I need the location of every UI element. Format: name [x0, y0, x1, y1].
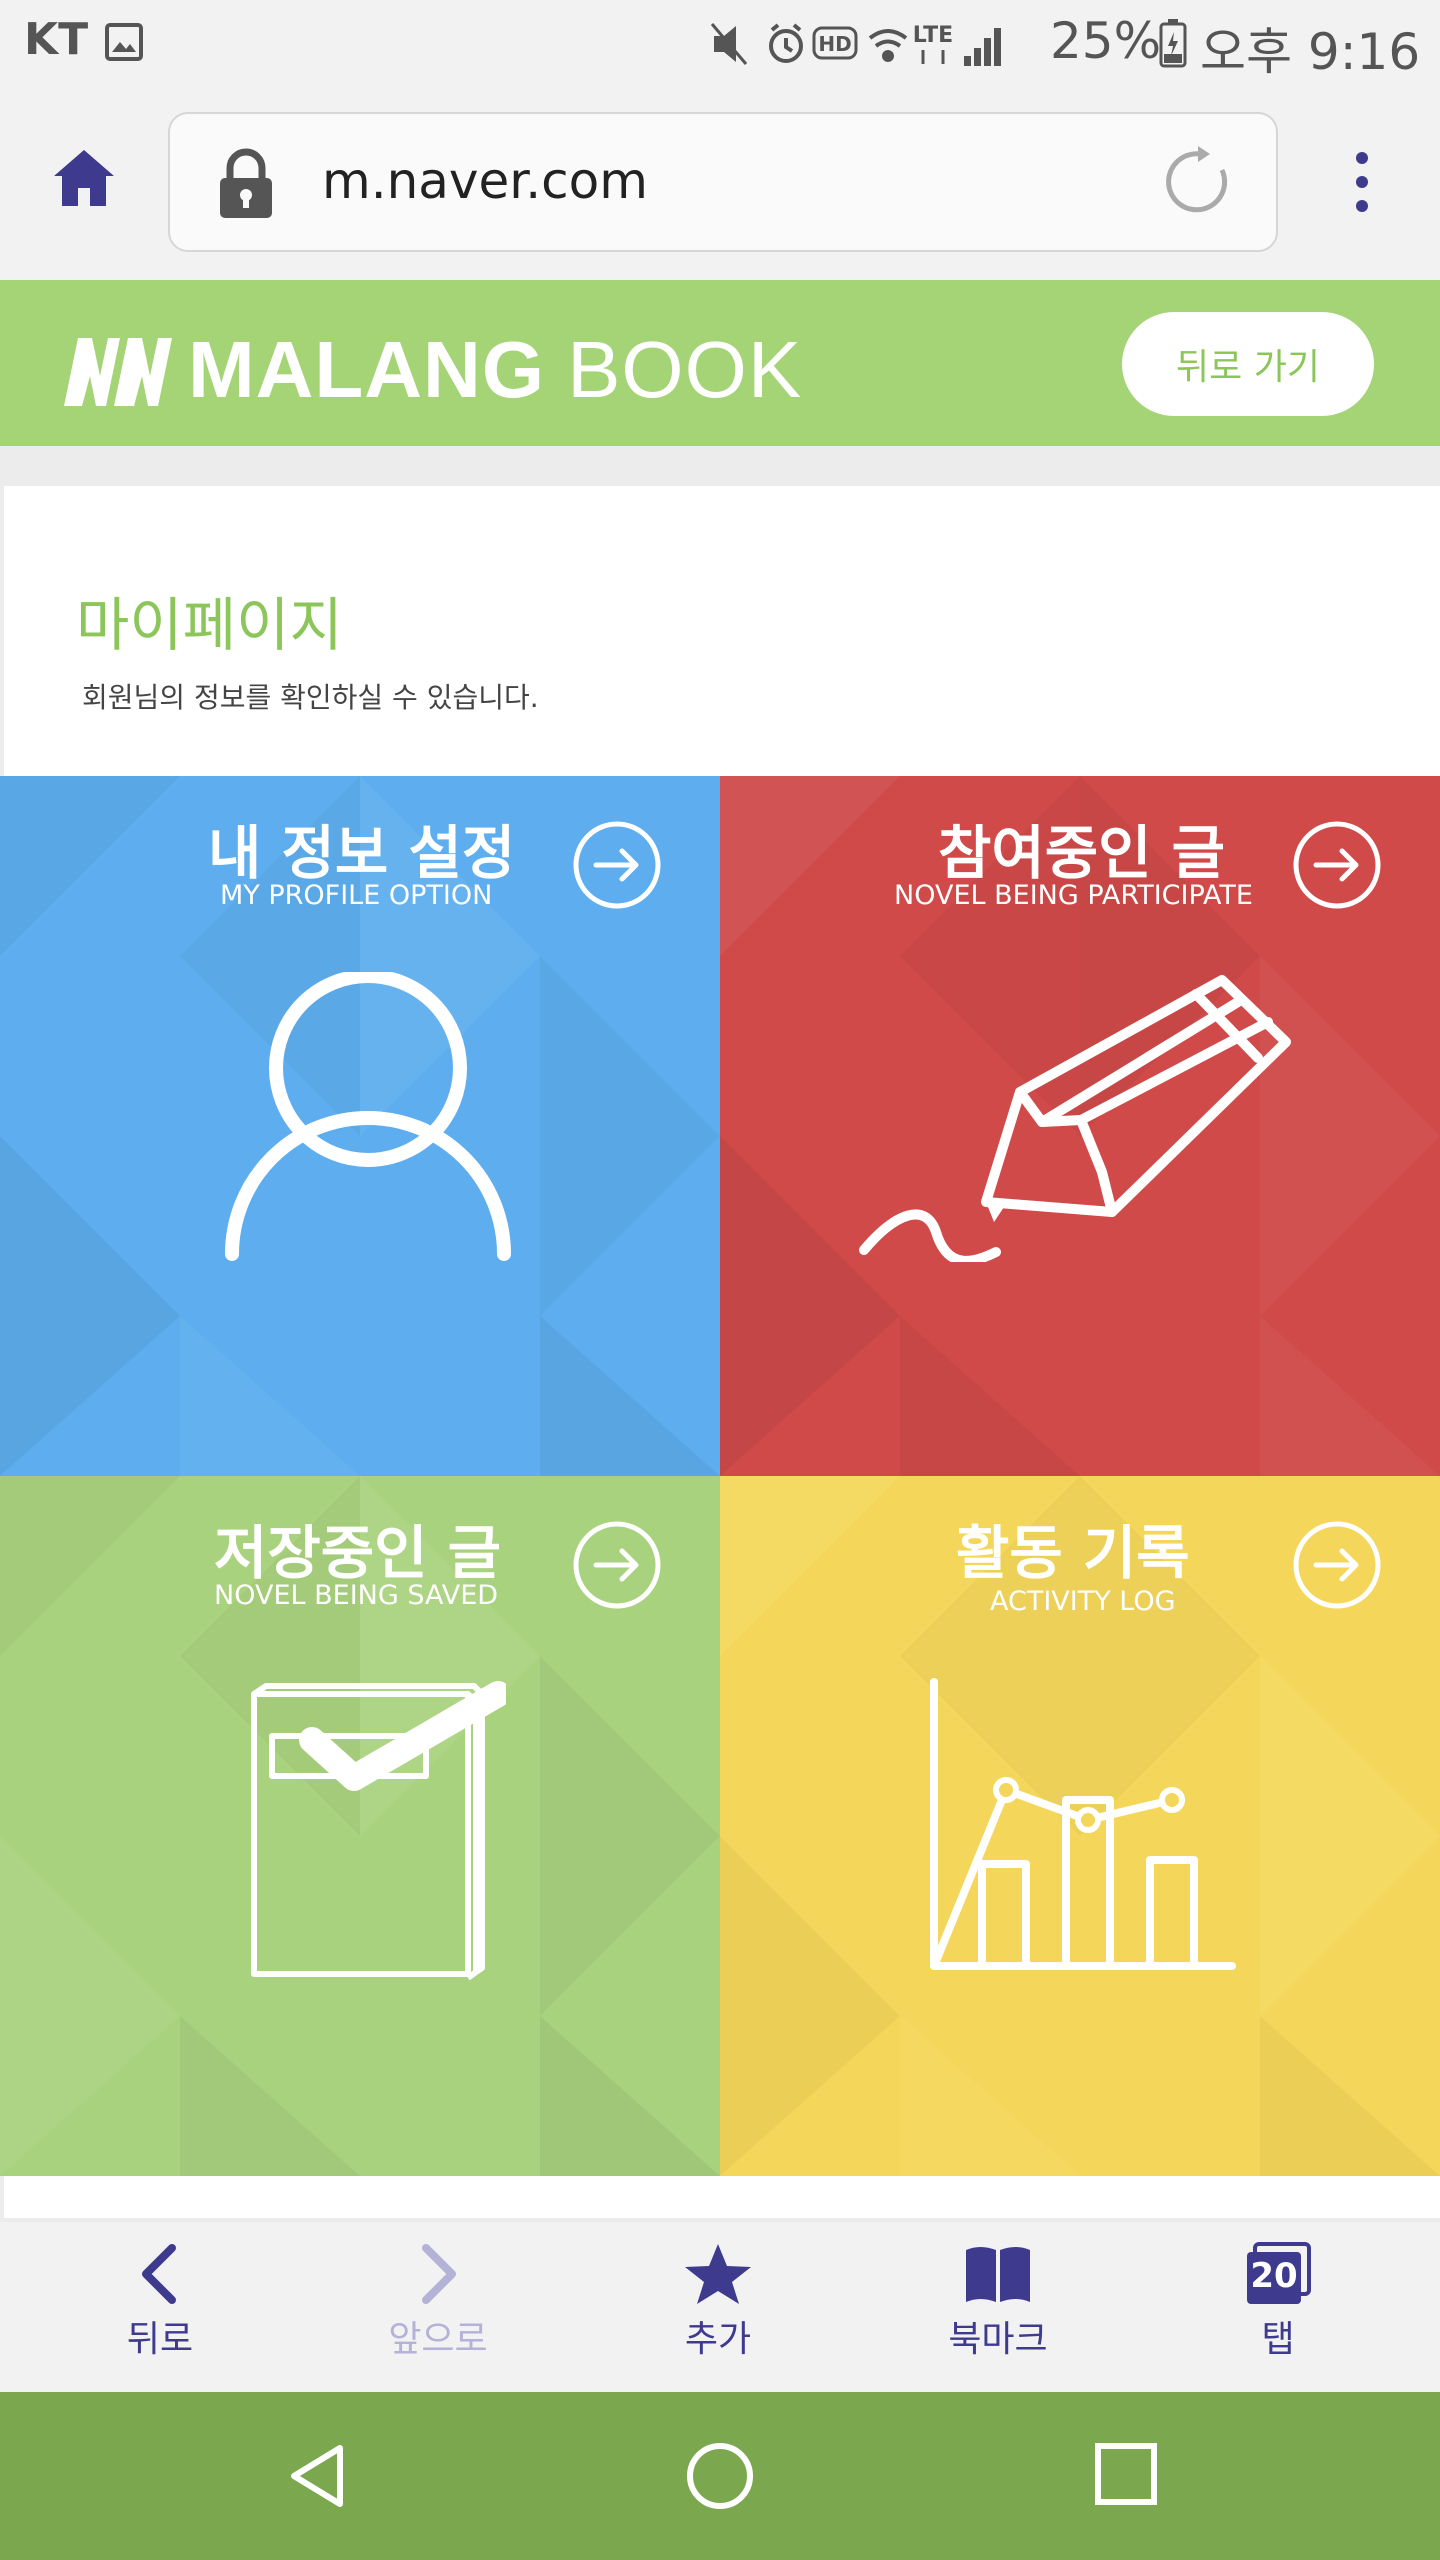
battery-percent: 25% [1050, 12, 1162, 70]
more-vert-icon[interactable] [1350, 150, 1374, 218]
tile-title: 저장중인 글 [214, 1519, 501, 1587]
page-title: 마이페이지 [76, 591, 343, 659]
reload-icon[interactable] [1162, 144, 1238, 224]
book-check-icon [251, 1681, 506, 1981]
arrow-right-icon[interactable] [572, 1520, 662, 1610]
battery-icon [1158, 18, 1188, 72]
system-nav-bar [0, 2392, 1440, 2560]
clock: 오후 9:16 [1200, 23, 1421, 81]
toolbar-bookmarks-button[interactable]: 북마크 [898, 2242, 1098, 2382]
toolbar-tabs-label: 탭 [1261, 2319, 1295, 2360]
tile-title: 활동 기록 [956, 1519, 1190, 1587]
tile-subtitle: MY PROFILE OPTION [220, 880, 493, 911]
chart-icon [930, 1678, 1236, 1970]
nav-home-icon[interactable] [686, 2442, 754, 2510]
toolbar-back-label: 뒤로 [126, 2319, 194, 2360]
toolbar-bookmarks-label: 북마크 [948, 2319, 1048, 2360]
lock-icon [214, 146, 278, 226]
back-button[interactable]: 뒤로 가기 [1122, 312, 1374, 416]
url-text[interactable]: m.naver.com [322, 152, 648, 210]
nav-back-icon[interactable] [286, 2442, 346, 2510]
alarm-icon [769, 23, 803, 63]
svg-text:HD: HD [818, 32, 851, 56]
toolbar-add-label: 추가 [684, 2319, 752, 2360]
tile-subtitle: NOVEL BEING SAVED [214, 1580, 499, 1611]
chevron-right-icon [422, 2244, 456, 2304]
tile-novel-saved[interactable]: 저장중인 글 NOVEL BEING SAVED [0, 1476, 720, 2176]
url-bar[interactable]: m.naver.com [168, 112, 1278, 252]
lte-label: LTE [913, 23, 953, 48]
carrier-label: KT [24, 14, 89, 65]
tile-my-profile[interactable]: 내 정보 설정 MY PROFILE OPTION [0, 776, 720, 1476]
browser-bottom-toolbar: 뒤로 앞으로 추가 북마크 20 탭 [0, 2222, 1440, 2392]
pencil-icon [859, 975, 1291, 1262]
brand-name: MALANG [188, 325, 546, 414]
brand-suffix: BOOK [567, 325, 803, 414]
status-bar: KT HD LTE 25% 오후 9:16 [0, 0, 1440, 84]
tab-count: 20 [1250, 2256, 1298, 2296]
toolbar-back-button[interactable]: 뒤로 [60, 2242, 260, 2382]
tile-title: 내 정보 설정 [208, 819, 516, 887]
arrow-right-icon[interactable] [572, 820, 662, 910]
status-icons: HD LTE [708, 16, 1038, 76]
tile-activity-log[interactable]: 활동 기록 ACTIVITY LOG [720, 1476, 1440, 2176]
app-header: MALANG BOOK 뒤로 가기 [0, 280, 1440, 446]
browser-toolbar: m.naver.com [0, 84, 1440, 280]
chevron-left-icon [142, 2244, 176, 2304]
gallery-icon [104, 22, 144, 66]
malang-book-logo[interactable]: MALANG BOOK [62, 324, 802, 416]
wifi-icon [868, 29, 908, 62]
arrow-right-icon[interactable] [1292, 1520, 1382, 1610]
bookmarks-icon [966, 2247, 1030, 2302]
tile-novel-participating[interactable]: 참여중인 글 NOVEL BEING PARTICIPATE [720, 776, 1440, 1476]
page-subtitle: 회원님의 정보를 확인하실 수 있습니다. [82, 681, 539, 714]
toolbar-add-bookmark-button[interactable]: 추가 [618, 2242, 818, 2382]
arrow-right-icon[interactable] [1292, 820, 1382, 910]
malang-logo-mark [64, 338, 172, 406]
toolbar-forward-button[interactable]: 앞으로 [338, 2242, 538, 2382]
tile-title: 참여중인 글 [938, 819, 1225, 887]
home-icon[interactable] [50, 146, 118, 214]
user-icon [225, 972, 511, 1261]
star-icon [685, 2244, 751, 2304]
toolbar-tabs-button[interactable]: 20 탭 [1178, 2242, 1378, 2382]
signal-icon [964, 28, 1001, 66]
tile-subtitle: ACTIVITY LOG [990, 1586, 1176, 1617]
tabs-icon: 20 [1243, 2242, 1313, 2306]
nav-recents-icon[interactable] [1094, 2442, 1158, 2506]
hd-voice-icon: HD [812, 26, 858, 60]
toolbar-forward-label: 앞으로 [388, 2319, 488, 2360]
tile-subtitle: NOVEL BEING PARTICIPATE [894, 880, 1253, 911]
mute-icon [710, 23, 748, 65]
